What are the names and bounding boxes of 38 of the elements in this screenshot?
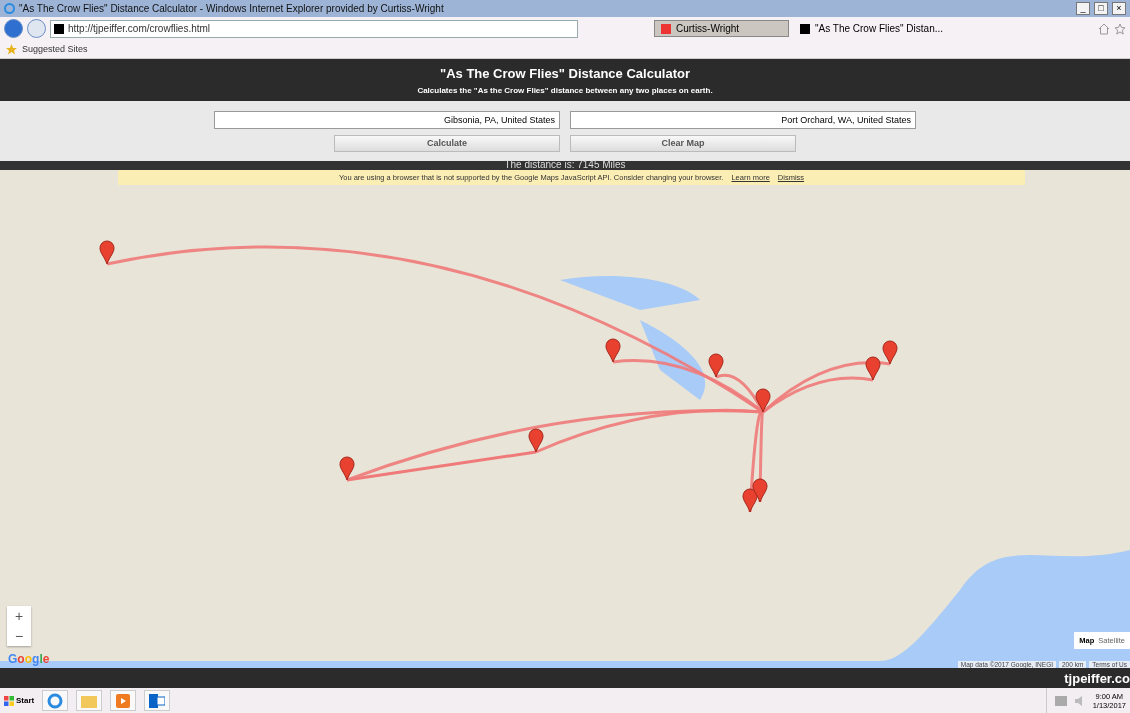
page-title: "As The Crow Flies" Distance Calculator — [440, 65, 690, 81]
address-field[interactable]: http://tjpeiffer.com/crowflies.html — [50, 19, 578, 38]
forward-button[interactable] — [27, 19, 46, 38]
star-icon[interactable] — [1114, 22, 1126, 35]
origin-field[interactable]: Gibsonia, PA, United States — [214, 110, 560, 129]
window-control-button[interactable]: □ — [1094, 2, 1108, 15]
browser-taskbar-button[interactable] — [42, 690, 69, 711]
star-icon — [6, 43, 17, 55]
back-button[interactable] — [4, 19, 23, 38]
home-icon[interactable] — [1098, 22, 1110, 35]
zoom-in-button[interactable]: + — [7, 606, 31, 626]
site-icon — [800, 23, 810, 34]
distance-text: The distance is: 7145 Miles — [504, 160, 626, 170]
media-taskbar-button[interactable] — [110, 690, 137, 711]
calculate-button[interactable]: Calculate — [334, 134, 560, 152]
favorites-link[interactable]: Suggested Sites — [22, 44, 88, 54]
speaker-icon — [1074, 695, 1085, 706]
map-logo: Google — [8, 652, 50, 666]
windows-logo-icon — [4, 695, 14, 706]
window-title: "As The Crow Flies" Distance Calculator - Windows Internet Explorer provided by Curtiss-Wright — [19, 3, 445, 14]
page-subtitle: Calculates the "As the Crow Flies" distance between any two places on earth. — [417, 85, 713, 95]
window-control-button[interactable]: _ — [1076, 2, 1090, 15]
zoom-out-button[interactable]: − — [7, 626, 31, 646]
folder-taskbar-button[interactable] — [76, 690, 103, 711]
play-icon — [116, 693, 131, 708]
browser-logo-icon — [4, 3, 15, 14]
window-control-button[interactable]: × — [1112, 2, 1126, 15]
site-icon — [54, 23, 64, 34]
mail-icon — [149, 693, 166, 708]
destination-field[interactable]: Port Orchard, WA, United States — [570, 110, 916, 129]
clear-map-button[interactable]: Clear Map — [570, 134, 796, 152]
mail-taskbar-button[interactable] — [144, 690, 171, 711]
site-name: tjpeiffer.co — [1064, 670, 1130, 686]
folder-icon — [81, 693, 98, 708]
site-icon — [661, 23, 671, 34]
browser-tab[interactable]: Curtiss-Wright — [654, 20, 789, 37]
start-button[interactable]: Start — [4, 690, 35, 711]
browser-logo-icon — [47, 692, 64, 709]
